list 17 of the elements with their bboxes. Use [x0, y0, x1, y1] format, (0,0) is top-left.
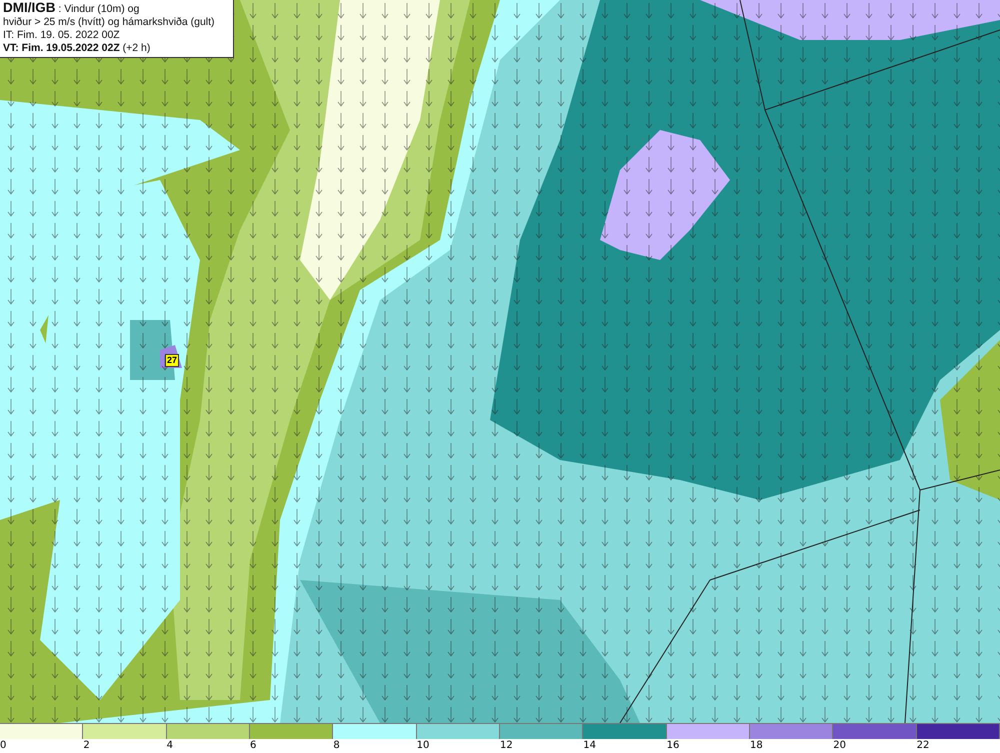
legend-label: 2 — [83, 739, 90, 753]
gust-label: 27 — [165, 354, 180, 367]
legend-label: 8 — [333, 739, 340, 753]
legend-label: 20 — [833, 739, 846, 753]
valid-time: VT: Fim. 19.05.2022 02Z (+2 h) — [3, 42, 152, 55]
map-subtitle: hviður > 25 m/s (hvítt) og hámarkshviða (gult) — [3, 16, 216, 29]
legend-label: 22 — [916, 739, 930, 753]
legend-label: 0 — [0, 739, 6, 753]
legend-label: 6 — [250, 739, 256, 753]
legend-label: 4 — [166, 739, 174, 753]
issue-time: IT: Fim. 19. 05. 2022 00Z — [3, 29, 121, 42]
legend-label: 16 — [666, 739, 680, 753]
legend-label: 12 — [500, 739, 513, 753]
map-title: DMI/IGB : Vindur (10m) og — [3, 1, 140, 16]
legend-label: 18 — [750, 739, 763, 753]
legend-label: 14 — [583, 739, 596, 753]
legend-label: 10 — [416, 739, 430, 753]
